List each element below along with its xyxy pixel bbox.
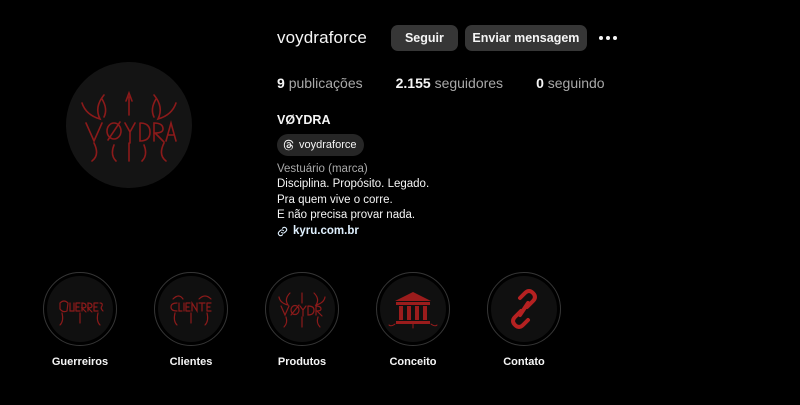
highlight-item[interactable]: Clientes [154, 272, 228, 368]
clientes-logo-icon [170, 295, 212, 326]
follow-button[interactable]: Seguir [390, 25, 458, 51]
highlight-item[interactable]: Conceito [376, 272, 450, 368]
profile-header-row: voydraforce Seguir Enviar mensagem [277, 24, 777, 52]
profile-category: Vestuário (marca) [277, 163, 368, 175]
profile-username[interactable]: voydraforce [277, 28, 367, 48]
highlight-cover[interactable] [487, 272, 561, 346]
profile-info: voydraforce Seguir Enviar mensagem 9 pub… [277, 24, 777, 239]
highlight-label: Clientes [169, 356, 213, 368]
chain-link-icon [511, 289, 537, 329]
bio-line: Pra quem vive o corre. [277, 193, 393, 206]
highlight-item[interactable]: Contato [487, 272, 561, 368]
highlight-item[interactable]: Produtos [265, 272, 339, 368]
threads-badge[interactable]: voydraforce [277, 134, 365, 156]
link-icon [277, 226, 288, 236]
highlight-label: Conceito [389, 356, 437, 368]
profile-avatar[interactable] [66, 62, 192, 188]
highlight-item[interactable]: Guerreiros [43, 272, 117, 368]
story-highlights: Guerreiros Clientes Produtos Conceito Co… [43, 272, 598, 368]
highlight-label: Produtos [277, 356, 327, 368]
send-message-button[interactable]: Enviar mensagem [464, 25, 587, 51]
highlight-label: Guerreiros [51, 356, 109, 368]
guerreiros-logo-icon [59, 300, 104, 326]
highlight-cover[interactable] [376, 272, 450, 346]
following-stat[interactable]: 0 seguindo [536, 75, 605, 91]
followers-stat[interactable]: 2.155 seguidores [396, 75, 503, 91]
highlight-cover[interactable] [43, 272, 117, 346]
highlight-cover[interactable] [265, 272, 339, 346]
profile-link-text: kyru.com.br [293, 224, 359, 237]
threads-icon [283, 139, 294, 151]
more-horizontal-icon [598, 36, 603, 40]
profile-full-name: VØYDRA [277, 113, 331, 127]
highlight-label: Contato [503, 356, 545, 368]
voydra-logo-icon [278, 292, 326, 328]
profile-link[interactable]: kyru.com.br [277, 224, 777, 240]
bio-line: Disciplina. Propósito. Legado. [277, 178, 430, 190]
threads-handle: voydraforce [299, 139, 357, 151]
more-options-button[interactable] [597, 25, 619, 51]
posts-stat: 9 publicações [277, 75, 363, 91]
highlight-cover[interactable] [154, 272, 228, 346]
voydra-logo-icon [81, 90, 177, 162]
bio-line: E não precisa provar nada. [277, 209, 416, 221]
profile-stats: 9 publicações 2.155 seguidores 0 seguind… [277, 74, 777, 92]
temple-icon [388, 292, 438, 329]
